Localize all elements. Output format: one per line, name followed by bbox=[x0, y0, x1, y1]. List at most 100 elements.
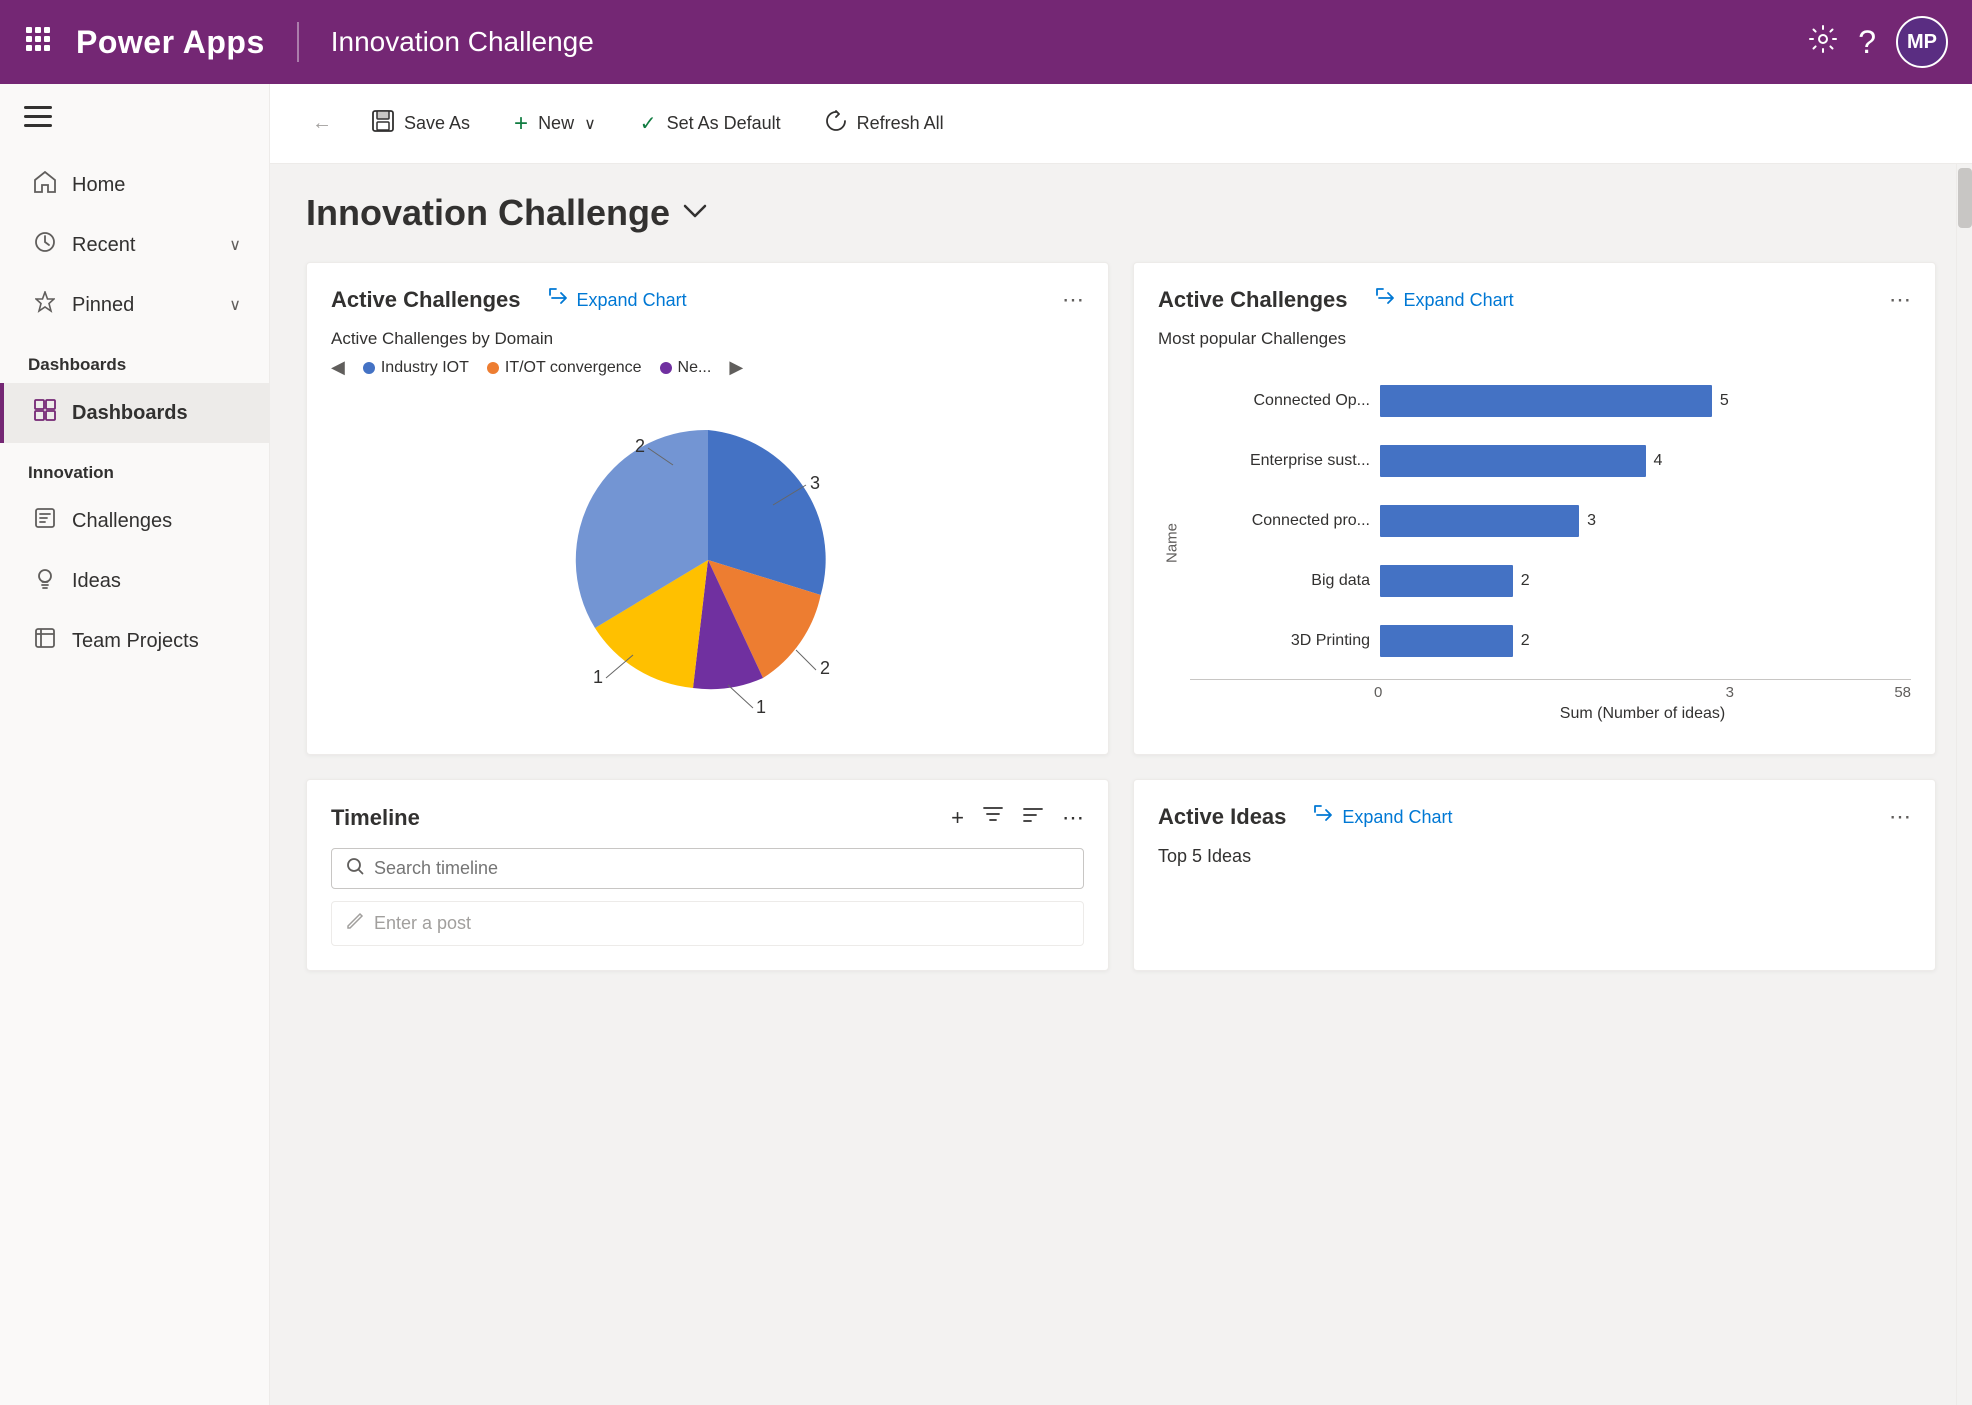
timeline-add-icon[interactable]: + bbox=[951, 805, 964, 831]
set-as-default-label: Set As Default bbox=[667, 113, 781, 134]
ideas-expand-button[interactable]: Expand Chart bbox=[1314, 805, 1452, 830]
bar-fill-2 bbox=[1380, 505, 1579, 537]
new-button[interactable]: + New ∨ bbox=[496, 100, 614, 148]
sidebar: Home Recent ∨ Pinned bbox=[0, 84, 270, 1405]
sidebar-item-dashboards[interactable]: Dashboards bbox=[0, 383, 269, 443]
section-innovation-label: Innovation bbox=[0, 443, 269, 491]
bar-label-3: Big data bbox=[1190, 572, 1370, 590]
save-as-button[interactable]: Save As bbox=[354, 100, 488, 148]
pie-card-menu-icon[interactable]: ⋯ bbox=[1062, 287, 1084, 313]
home-icon bbox=[32, 171, 58, 199]
bar-row-2: Connected pro... 3 bbox=[1190, 495, 1911, 547]
ideas-card-menu-icon[interactable]: ⋯ bbox=[1889, 804, 1911, 830]
toolbar: ← Save As + New ∨ ✓ Set As Default bbox=[270, 84, 1972, 164]
timeline-header: Timeline + bbox=[331, 804, 1084, 832]
recent-chevron-icon: ∨ bbox=[229, 235, 241, 255]
timeline-actions: + ⋯ bbox=[951, 804, 1084, 832]
refresh-all-button[interactable]: Refresh All bbox=[807, 100, 962, 148]
new-label: New bbox=[538, 113, 574, 134]
pie-subtitle: Active Challenges by Domain bbox=[331, 329, 1084, 349]
active-ideas-card: Active Ideas Expand Chart ⋯ bbox=[1133, 779, 1936, 971]
bar-value-4: 2 bbox=[1521, 632, 1530, 650]
timeline-search-box[interactable] bbox=[331, 848, 1084, 889]
timeline-search-input[interactable] bbox=[374, 858, 674, 879]
bar-chart-area: Name Connected Op... 5 bbox=[1158, 363, 1911, 723]
settings-icon[interactable] bbox=[1808, 24, 1838, 61]
bar-fill-0 bbox=[1380, 385, 1712, 417]
page-content: Innovation Challenge Active Challenges bbox=[270, 164, 1972, 1405]
timeline-filter-icon[interactable] bbox=[982, 804, 1004, 832]
bar-card-menu-icon[interactable]: ⋯ bbox=[1889, 287, 1911, 313]
page-title: Innovation Challenge bbox=[306, 192, 670, 234]
top-nav: Power Apps Innovation Challenge ? MP bbox=[0, 0, 1972, 84]
legend-next-icon[interactable]: ▶ bbox=[729, 357, 743, 378]
set-as-default-icon: ✓ bbox=[640, 111, 657, 136]
x-tick-1: 3 bbox=[1565, 684, 1894, 701]
bar-wrap-0: 5 bbox=[1380, 385, 1911, 417]
ideas-card-header: Active Ideas Expand Chart ⋯ bbox=[1158, 804, 1911, 830]
main-layout: Home Recent ∨ Pinned bbox=[0, 84, 1972, 1405]
waffle-icon[interactable] bbox=[24, 25, 52, 60]
bar-card-header: Active Challenges Expand Chart ⋯ bbox=[1158, 287, 1911, 313]
svg-text:3: 3 bbox=[810, 473, 820, 493]
bar-row-0: Connected Op... 5 bbox=[1190, 375, 1911, 427]
app-logo: Power Apps bbox=[76, 24, 265, 61]
bar-card-title: Active Challenges bbox=[1158, 287, 1348, 313]
sidebar-item-ideas[interactable]: Ideas bbox=[0, 551, 269, 611]
legend-label-1: IT/OT convergence bbox=[505, 359, 642, 377]
dashboards-icon bbox=[32, 399, 58, 427]
sidebar-item-recent-label: Recent bbox=[72, 234, 135, 257]
sidebar-item-team-projects-label: Team Projects bbox=[72, 630, 199, 653]
pinned-icon bbox=[32, 291, 58, 319]
legend-dot-1 bbox=[487, 362, 499, 374]
pie-expand-button[interactable]: Expand Chart bbox=[549, 288, 687, 313]
pie-card-header: Active Challenges Expand Chart ⋯ bbox=[331, 287, 1084, 313]
bar-expand-button[interactable]: Expand Chart bbox=[1376, 288, 1514, 313]
refresh-all-label: Refresh All bbox=[857, 113, 944, 134]
sidebar-item-pinned-label: Pinned bbox=[72, 294, 134, 317]
help-icon[interactable]: ? bbox=[1858, 24, 1876, 61]
legend-prev-icon[interactable]: ◀ bbox=[331, 357, 345, 378]
legend-item-0: Industry IOT bbox=[363, 359, 469, 377]
sidebar-item-challenges-label: Challenges bbox=[72, 510, 172, 533]
section-dashboards-label: Dashboards bbox=[0, 335, 269, 383]
svg-text:1: 1 bbox=[756, 697, 766, 717]
sidebar-top bbox=[0, 84, 269, 155]
sidebar-item-team-projects[interactable]: Team Projects bbox=[0, 611, 269, 671]
legend-dot-2 bbox=[660, 362, 672, 374]
hamburger-icon[interactable] bbox=[24, 104, 52, 135]
sidebar-item-dashboards-label: Dashboards bbox=[72, 402, 188, 425]
pinned-chevron-icon: ∨ bbox=[229, 295, 241, 315]
nav-app-title: Innovation Challenge bbox=[331, 26, 594, 58]
scrollbar-track[interactable] bbox=[1956, 164, 1972, 1405]
timeline-sort-icon[interactable] bbox=[1022, 804, 1044, 832]
bar-chart-inner: Connected Op... 5 Enterprise sust... bbox=[1190, 363, 1911, 723]
bar-row-1: Enterprise sust... 4 bbox=[1190, 435, 1911, 487]
bar-fill-3 bbox=[1380, 565, 1513, 597]
x-tick-2: 5 bbox=[1894, 684, 1902, 701]
sidebar-item-recent[interactable]: Recent ∨ bbox=[0, 215, 269, 275]
bar-fill-1 bbox=[1380, 445, 1646, 477]
sidebar-item-challenges[interactable]: Challenges bbox=[0, 491, 269, 551]
bar-subtitle: Most popular Challenges bbox=[1158, 329, 1911, 349]
page-title-chevron[interactable] bbox=[682, 199, 708, 227]
legend-item-2: Ne... bbox=[660, 359, 712, 377]
legend-label-2: Ne... bbox=[678, 359, 712, 377]
timeline-enter-post[interactable]: Enter a post bbox=[331, 901, 1084, 946]
back-button[interactable]: ← bbox=[298, 102, 346, 145]
pie-card-title: Active Challenges bbox=[331, 287, 521, 313]
timeline-menu-icon[interactable]: ⋯ bbox=[1062, 805, 1084, 831]
bar-expand-icon bbox=[1376, 288, 1396, 313]
timeline-title: Timeline bbox=[331, 805, 420, 831]
user-avatar[interactable]: MP bbox=[1896, 16, 1948, 68]
page-title-row: Innovation Challenge bbox=[306, 192, 1936, 234]
team-projects-icon bbox=[32, 627, 58, 655]
sidebar-item-pinned[interactable]: Pinned ∨ bbox=[0, 275, 269, 335]
scrollbar-thumb[interactable] bbox=[1958, 168, 1972, 228]
recent-icon bbox=[32, 231, 58, 259]
set-as-default-button[interactable]: ✓ Set As Default bbox=[622, 101, 799, 146]
bar-value-1: 4 bbox=[1654, 452, 1663, 470]
svg-text:2: 2 bbox=[635, 436, 645, 456]
sidebar-item-home[interactable]: Home bbox=[0, 155, 269, 215]
new-chevron-icon[interactable]: ∨ bbox=[584, 114, 596, 134]
